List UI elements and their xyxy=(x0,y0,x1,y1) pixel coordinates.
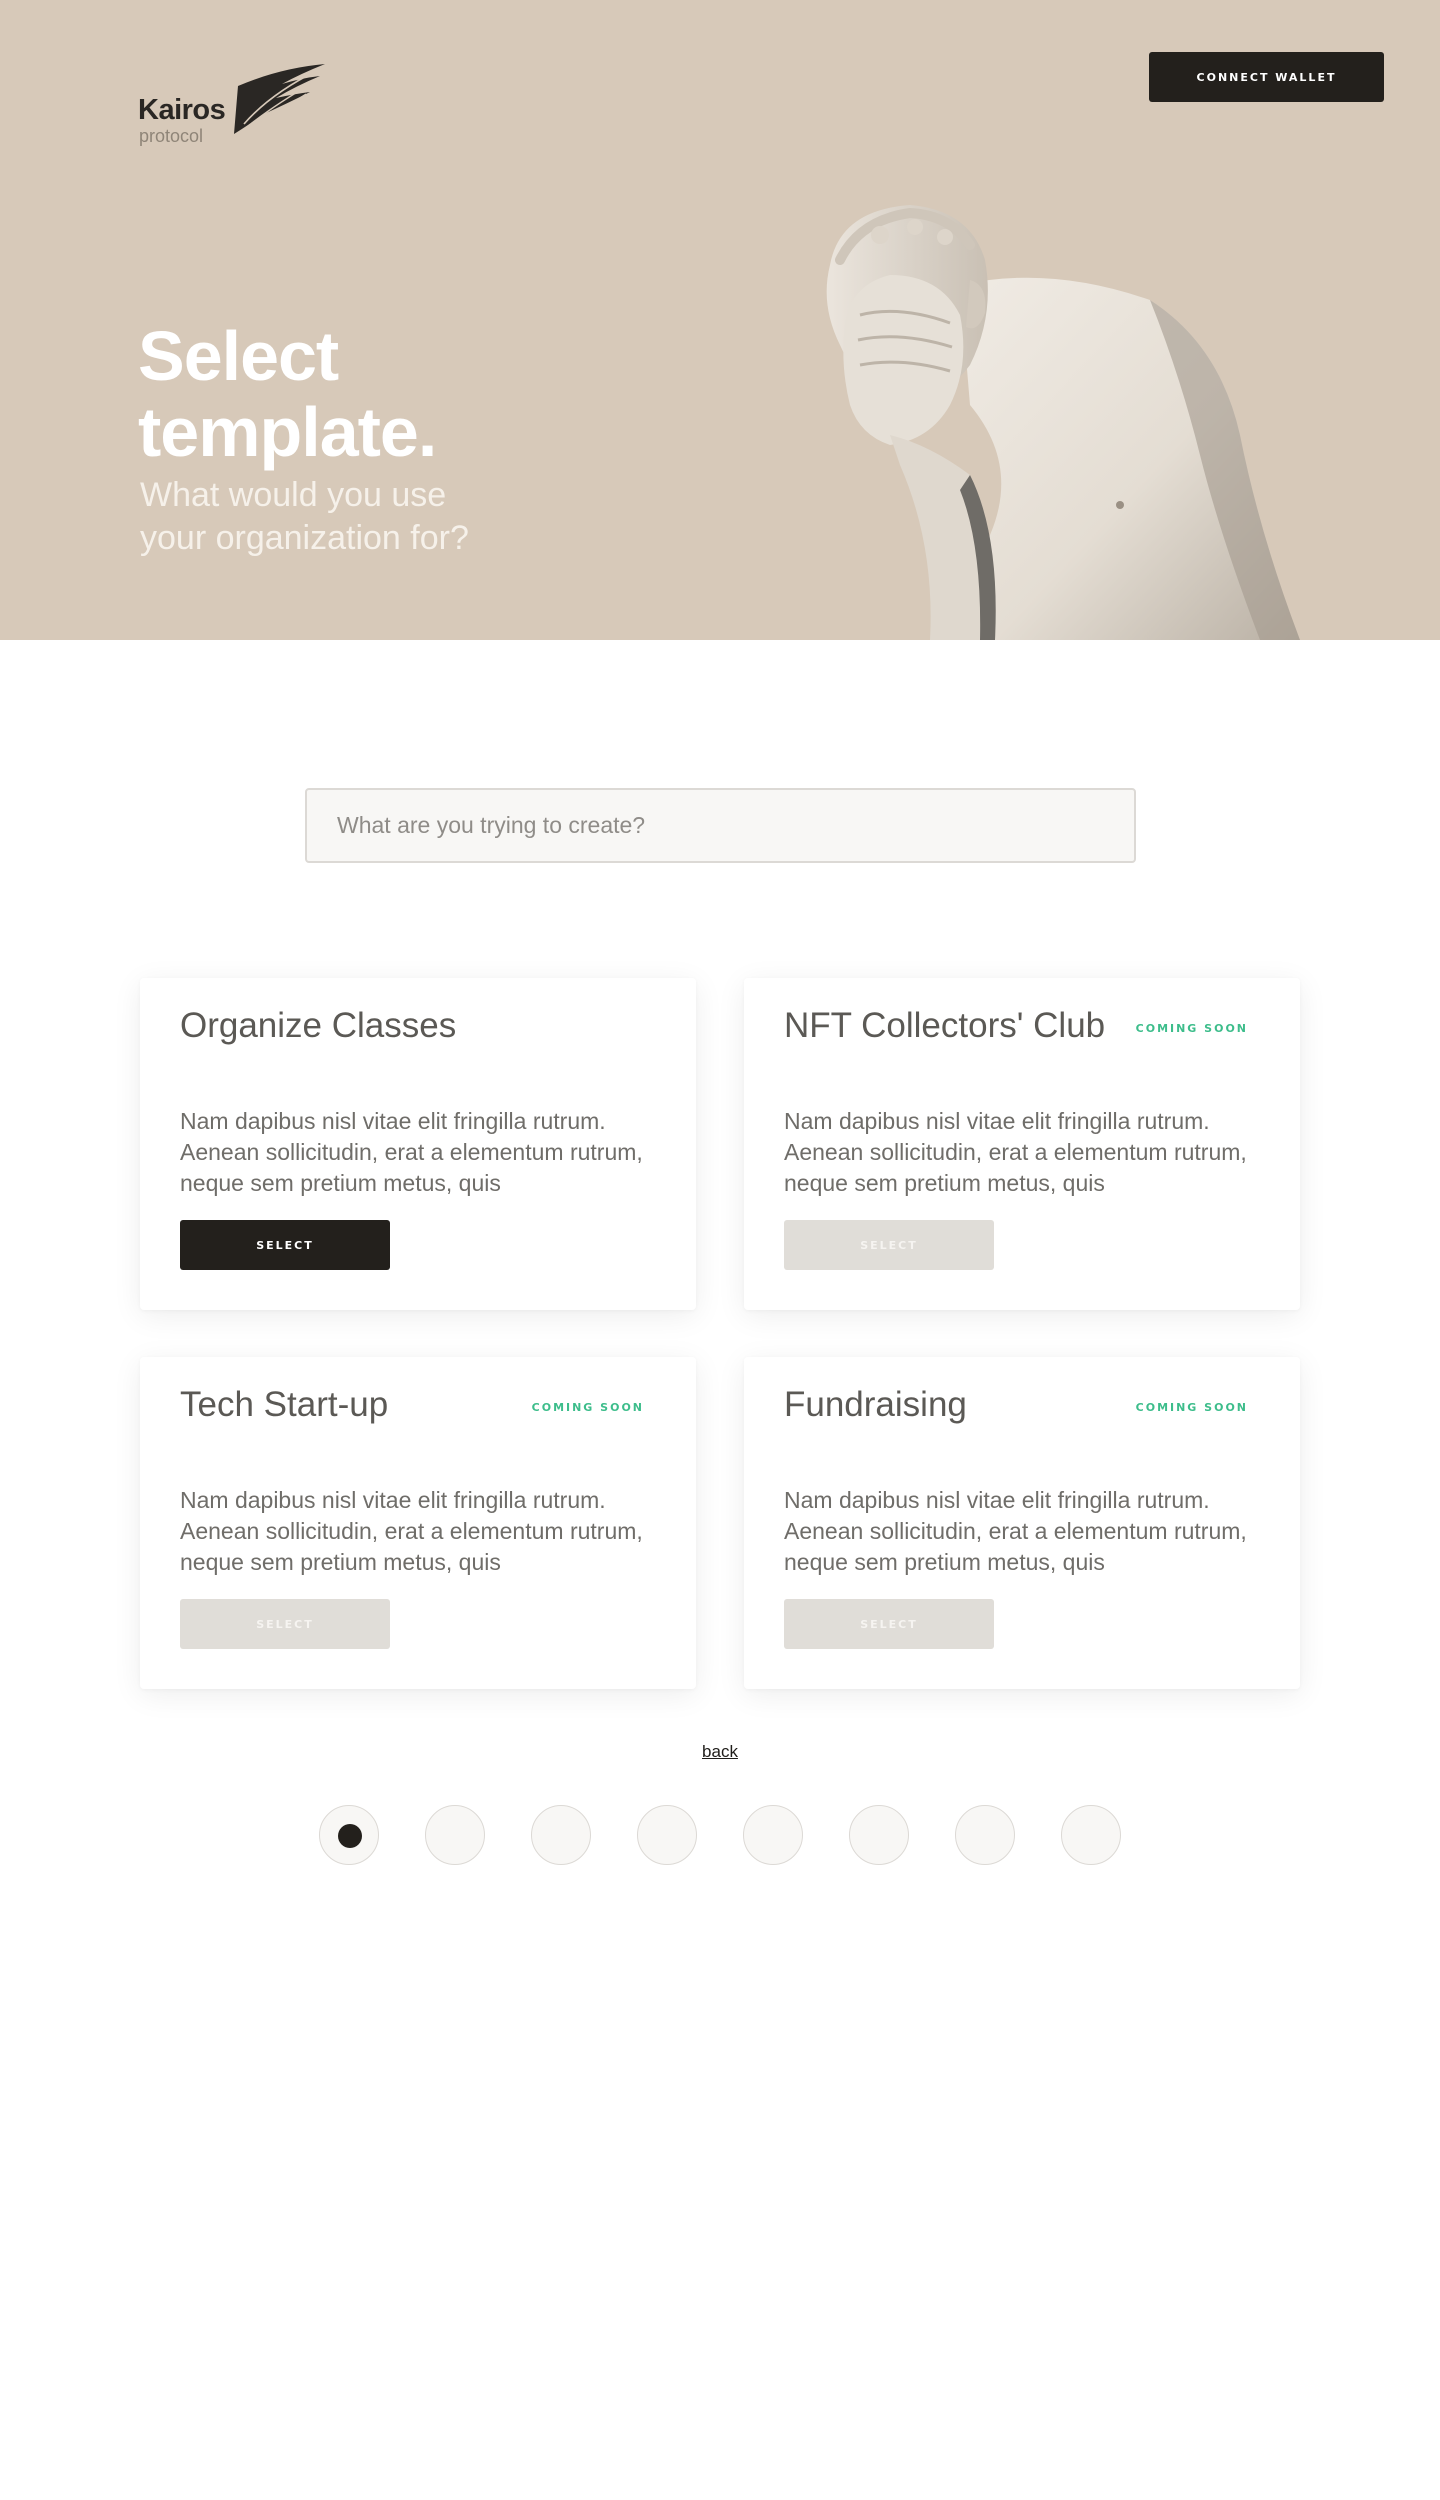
step-indicator xyxy=(319,1805,1123,1865)
template-card-description: Nam dapibus nisl vitae elit fringilla ru… xyxy=(180,1108,643,1196)
step-dot-4[interactable] xyxy=(637,1805,697,1865)
coming-soon-badge: COMING SOON xyxy=(531,1401,644,1414)
statue-illustration xyxy=(826,205,1300,640)
step-dot-6[interactable] xyxy=(849,1805,909,1865)
coming-soon-badge: COMING SOON xyxy=(1135,1401,1248,1414)
template-card-fundraising[interactable]: Fundraising COMING SOON Nam dapibus nisl… xyxy=(744,1357,1300,1689)
brand-logo[interactable]: Kairos protocol xyxy=(138,64,338,154)
brand-name: Kairos xyxy=(138,94,226,126)
page-subtitle: What would you use your organization for… xyxy=(140,474,560,560)
page-title: Select template. xyxy=(138,318,738,470)
step-dot-5[interactable] xyxy=(743,1805,803,1865)
wing-logo-icon xyxy=(234,64,325,134)
select-button: SELECT xyxy=(784,1599,994,1649)
page-subtitle-line-2: your organization for? xyxy=(140,519,469,557)
coming-soon-badge: COMING SOON xyxy=(1135,1022,1248,1035)
template-card-description: Nam dapibus nisl vitae elit fringilla ru… xyxy=(784,1487,1247,1575)
select-button: SELECT xyxy=(784,1220,994,1270)
hero-section: Kairos protocol CONNECT WALLET Select te… xyxy=(0,0,1440,640)
template-card-title: Fundraising xyxy=(784,1385,967,1424)
template-card-description: Nam dapibus nisl vitae elit fringilla ru… xyxy=(180,1487,643,1575)
template-search-input[interactable] xyxy=(305,788,1136,863)
template-card-tech-start-up[interactable]: Tech Start-up COMING SOON Nam dapibus ni… xyxy=(140,1357,696,1689)
template-card-title: Tech Start-up xyxy=(180,1385,389,1424)
current-step-marker xyxy=(338,1824,362,1848)
brand-subtitle: protocol xyxy=(139,126,204,146)
template-card-organize-classes[interactable]: Organize Classes Nam dapibus nisl vitae … xyxy=(140,978,696,1310)
page-title-line-2: template. xyxy=(138,393,437,471)
template-card-title: Organize Classes xyxy=(180,1006,457,1045)
connect-wallet-button[interactable]: CONNECT WALLET xyxy=(1149,52,1384,102)
step-dot-3[interactable] xyxy=(531,1805,591,1865)
template-card-nft-collectors-club[interactable]: NFT Collectors' Club COMING SOON Nam dap… xyxy=(744,978,1300,1310)
page-subtitle-line-1: What would you use xyxy=(140,476,447,514)
template-card-description: Nam dapibus nisl vitae elit fringilla ru… xyxy=(784,1108,1247,1196)
step-dot-8[interactable] xyxy=(1061,1805,1121,1865)
step-dot-1[interactable] xyxy=(319,1805,379,1865)
step-dot-2[interactable] xyxy=(425,1805,485,1865)
select-button: SELECT xyxy=(180,1599,390,1649)
back-link-row: back xyxy=(0,1742,1440,1762)
page-title-line-1: Select xyxy=(138,317,339,395)
step-dot-7[interactable] xyxy=(955,1805,1015,1865)
template-card-title: NFT Collectors' Club xyxy=(784,1006,1106,1045)
back-link[interactable]: back xyxy=(702,1742,738,1761)
select-button[interactable]: SELECT xyxy=(180,1220,390,1270)
